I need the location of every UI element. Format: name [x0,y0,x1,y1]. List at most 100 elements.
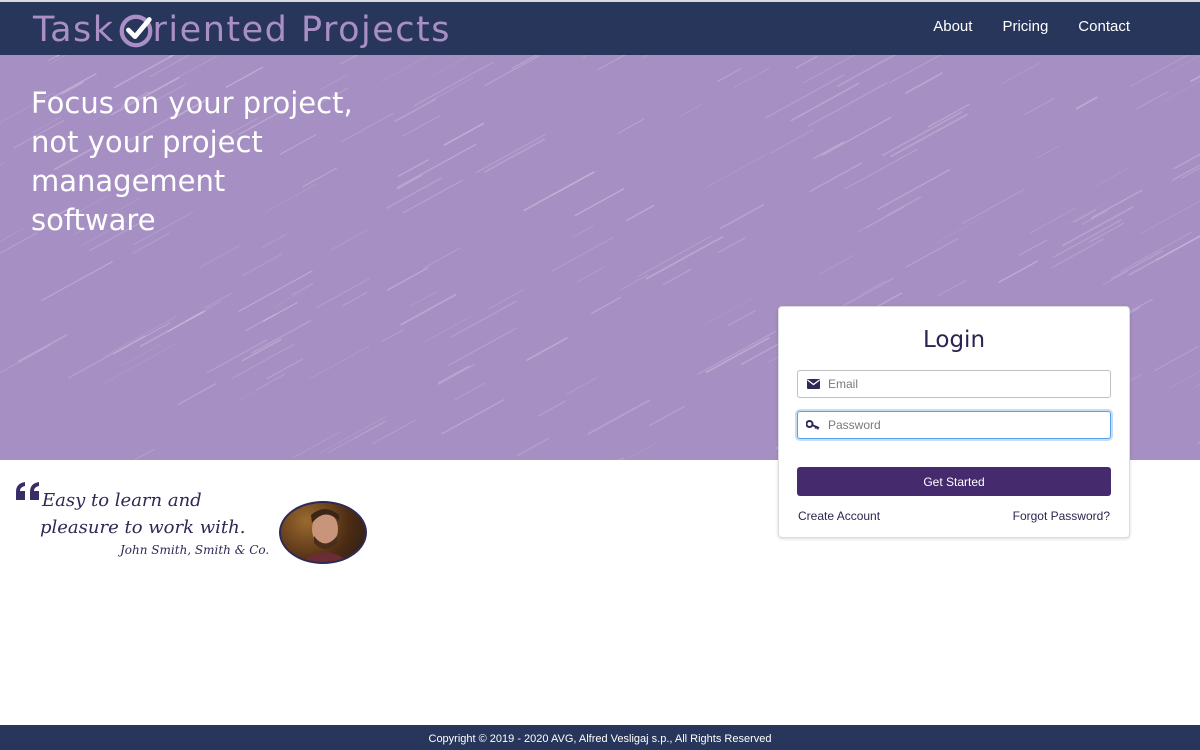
email-field[interactable] [797,370,1111,398]
envelope-icon [798,379,828,389]
rain-streak [733,67,770,88]
rain-streak [400,293,457,326]
rain-streak [204,292,233,309]
rain-streak [355,420,388,439]
rain-streak [1036,145,1059,159]
rain-streak [998,260,1038,283]
rain-streak [727,310,756,327]
rain-streak [241,253,283,277]
rain-streak [291,283,314,296]
rain-streak [1000,62,1041,85]
rain-streak [1190,75,1200,83]
rain-streak [1094,167,1131,187]
rain-streak [453,382,486,401]
rain-streak [884,197,920,217]
rain-streak [1029,207,1077,234]
rain-streak [1130,55,1189,87]
rain-streak [860,280,885,295]
rain-streak [56,55,61,57]
rain-streak [273,291,303,309]
rain-streak [199,244,240,269]
rain-streak [717,67,742,82]
rain-streak [177,383,217,406]
quote-icon [16,482,39,500]
rain-streak [1163,80,1200,102]
rain-streak [1169,371,1200,389]
rain-streak [266,358,303,380]
create-account-link[interactable]: Create Account [798,509,880,523]
rain-streak [371,419,416,445]
rain-streak [238,383,270,401]
get-started-button[interactable]: Get Started [797,467,1111,496]
site-logo[interactable]: Task riented Projects [33,8,451,52]
rain-streak [133,448,155,460]
rain-streak [41,261,113,301]
password-field[interactable] [797,411,1111,439]
login-title: Login [922,327,986,353]
rain-streak [1128,234,1200,276]
rain-streak [1141,200,1200,234]
rain-streak [1023,97,1055,116]
rain-streak [316,278,370,308]
rain-streak [381,55,431,82]
rain-streak [662,268,692,286]
email-input[interactable] [828,372,1110,396]
rain-streak [905,72,943,94]
rain-streak [263,301,298,322]
rain-streak [809,162,863,193]
footer: Copyright © 2019 - 2020 AVG, Alfred Vesl… [0,725,1200,750]
rain-streak [770,129,814,154]
hero-headline-line: software [31,203,156,237]
rain-streak [319,416,386,454]
rain-streak [1081,210,1108,226]
rain-streak [411,291,438,306]
rain-streak [764,74,845,119]
rain-streak [581,55,589,59]
rain-streak [17,334,67,363]
nav-link-contact[interactable]: Contact [1078,18,1130,35]
rain-streak [167,310,207,333]
rain-streak [1073,209,1097,223]
rain-streak [538,400,566,417]
rain-streak [1075,96,1098,110]
rain-streak [68,335,146,379]
rain-streak [795,55,818,69]
rain-streak [1111,250,1164,280]
rain-streak [881,110,963,157]
rain-streak [961,189,1025,225]
rain-streak [433,55,471,76]
rain-streak [381,329,404,342]
rain-streak [1153,345,1199,372]
rain-streak [637,235,713,277]
rain-streak [574,188,625,217]
rain-streak [448,327,517,366]
password-input[interactable] [828,413,1110,437]
rain-streak [1088,222,1125,243]
key-icon [798,420,828,430]
rain-streak [1136,91,1169,110]
forgot-password-link[interactable]: Forgot Password? [1013,509,1110,523]
testimonial-quote-line: pleasure to work with. [40,517,246,538]
rain-streak [484,138,546,173]
hero-headline-line: Focus on your project, [31,86,353,120]
logo-text-riented-projects: riented Projects [152,10,451,50]
rain-streak [206,339,268,374]
hero-headline-line: not your project [31,125,263,159]
rain-streak [641,55,650,59]
rain-streak [1018,239,1048,256]
rain-streak [617,118,645,134]
rain-streak [1173,153,1200,170]
rain-streak [484,55,541,87]
rain-streak [292,431,341,459]
top-navbar: Task riented Projects About Pricing Cont… [0,0,1200,55]
rain-streak [342,292,368,307]
rain-streak [937,279,967,297]
nav-link-pricing[interactable]: Pricing [1002,18,1048,35]
rain-streak [511,55,538,69]
rain-streak [719,204,764,230]
rain-streak [149,55,191,78]
rain-streak [47,55,60,62]
nav-link-about[interactable]: About [933,18,972,35]
rain-streak [1090,189,1143,219]
rain-streak [1120,231,1193,272]
